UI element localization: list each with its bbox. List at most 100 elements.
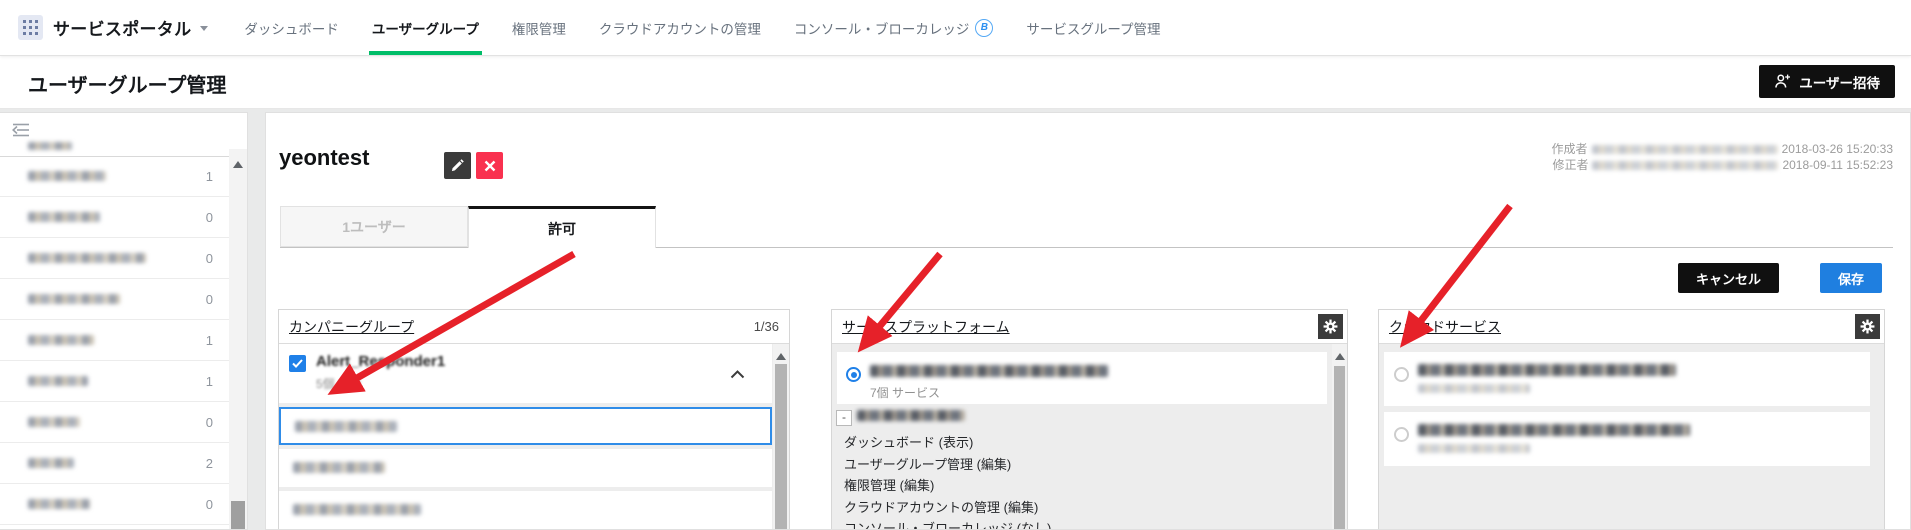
edit-group-button[interactable]: [444, 152, 471, 179]
nav-item-5[interactable]: コンソール・ブローカレッジB: [794, 0, 994, 55]
company-item-selected[interactable]: [279, 407, 772, 445]
group-user-count: 0: [206, 210, 213, 225]
cancel-button[interactable]: キャンセル: [1678, 263, 1779, 293]
group-user-count: 1: [206, 333, 213, 348]
permission-item: コンソール・ブローカレッジ (なし): [844, 518, 1325, 530]
scroll-up-arrow-icon[interactable]: [776, 348, 786, 360]
nav-item-6[interactable]: サービスグループ管理: [1026, 0, 1160, 55]
close-icon: [484, 160, 496, 172]
redacted-cloud-service-name: [1418, 424, 1690, 436]
nav-item-2[interactable]: ユーザーグループ: [372, 0, 479, 55]
company-item[interactable]: [279, 491, 772, 529]
tab-users[interactable]: 1ユーザー: [280, 206, 468, 247]
nav-item-4[interactable]: クラウドアカウントの管理: [599, 0, 761, 55]
modified-line: 修正者2018-09-11 15:52:23: [1552, 157, 1893, 173]
app-title[interactable]: サービスポータル: [53, 15, 191, 40]
company-group-body: Alert_Responder1 5個 会社: [279, 344, 789, 530]
nav-item-label: サービスグループ管理: [1026, 18, 1160, 38]
group-user-count: 0: [206, 415, 213, 430]
service-platform-settings-button[interactable]: [1318, 314, 1343, 339]
sidebar-scrollbar-thumb[interactable]: [231, 501, 245, 529]
cloud-service-row[interactable]: [1384, 352, 1870, 406]
person-plus-icon: [1774, 73, 1791, 90]
group-name: yeontest: [279, 145, 369, 171]
group-user-count: 0: [206, 497, 213, 512]
redacted-group-name: [28, 212, 100, 222]
redacted-tree-node-name: [857, 410, 965, 421]
grid-glyph: [23, 20, 38, 35]
collapse-sidebar-icon[interactable]: [10, 122, 32, 143]
permission-item: ダッシュボード (表示): [844, 432, 1325, 454]
redacted-group-name-partial: [28, 142, 72, 150]
cloud-service-settings-button[interactable]: [1855, 314, 1880, 339]
cloud-service-row[interactable]: [1384, 412, 1870, 466]
service-platform-panel: サービスプラットフォーム: [831, 309, 1348, 530]
service-panel-scrollbar[interactable]: [1332, 344, 1347, 530]
nav-item-label: ダッシュボード: [244, 18, 339, 38]
group-detail-card: yeontest 作成者2018-03-26 15:20:33 修正者2018-…: [265, 112, 1911, 530]
cloud-service-header: クラウドサービス: [1379, 310, 1884, 344]
nav-item-1[interactable]: ダッシュボード: [244, 0, 339, 55]
beta-badge-icon: B: [975, 19, 993, 37]
company-panel-scrollbar-thumb[interactable]: [775, 364, 787, 530]
group-user-count: 1: [206, 374, 213, 389]
nav-item-3[interactable]: 権限管理: [512, 0, 566, 55]
top-nav: サービスポータル ダッシュボード ユーザーグループ 権限管理 クラウドアカウントの管理…: [0, 0, 1911, 56]
company-group-checkbox[interactable]: [289, 355, 306, 372]
chevron-up-icon[interactable]: [730, 366, 745, 384]
sidebar-scrollbar[interactable]: [229, 149, 247, 529]
service-group-selected-row[interactable]: 7個 サービス: [837, 352, 1327, 404]
redacted-cloud-service-subtext: [1418, 384, 1530, 393]
company-group-counter: 1/36: [754, 319, 779, 334]
sidebar-group-row[interactable]: 1: [0, 156, 229, 197]
redacted-group-name: [28, 335, 94, 345]
sidebar-group-row[interactable]: 0: [0, 484, 229, 525]
nav-item-label: 権限管理: [512, 18, 566, 38]
redacted-company-name: [293, 462, 385, 473]
redacted-group-name: [28, 294, 120, 304]
company-panel-scrollbar[interactable]: [773, 344, 789, 530]
sidebar-group-row[interactable]: 1: [0, 361, 229, 402]
service-panel-scrollbar-thumb[interactable]: [1334, 366, 1345, 530]
redacted-service-group-name: [870, 365, 1108, 377]
group-user-count: 0: [206, 292, 213, 307]
sidebar-group-row[interactable]: 0: [0, 197, 229, 238]
redacted-company-name: [295, 421, 397, 432]
sidebar-group-row[interactable]: 0: [0, 238, 229, 279]
cloud-service-radio[interactable]: [1394, 427, 1409, 442]
tab-permissions[interactable]: 許可: [468, 206, 656, 248]
group-list: 1 0 0 0 1 1 0 2 0: [0, 156, 229, 525]
redacted-group-name: [28, 171, 106, 181]
cloud-service-title-link[interactable]: クラウドサービス: [1389, 317, 1501, 337]
page-title: ユーザーグループ管理: [28, 69, 226, 98]
delete-group-button[interactable]: [476, 152, 503, 179]
sidebar-group-row[interactable]: 2: [0, 443, 229, 484]
company-group-panel: カンパニーグループ 1/36 Alert_Responder1 5個 会社: [278, 309, 790, 530]
pencil-icon: [450, 158, 465, 173]
invite-user-button[interactable]: ユーザー招待: [1759, 65, 1895, 98]
company-group-header: カンパニーグループ 1/36: [279, 310, 789, 344]
page-header: ユーザーグループ管理 ユーザー招待: [0, 56, 1911, 109]
sidebar-group-row[interactable]: 1: [0, 320, 229, 361]
group-user-count: 0: [206, 251, 213, 266]
service-platform-title-link[interactable]: サービスプラットフォーム: [842, 317, 1010, 337]
app-switcher-caret-icon[interactable]: [200, 26, 208, 35]
cloud-service-radio[interactable]: [1394, 367, 1409, 382]
company-group-title-link[interactable]: カンパニーグループ: [289, 317, 414, 337]
permission-item: クラウドアカウントの管理 (編集): [844, 497, 1325, 519]
company-group-checked-row[interactable]: Alert_Responder1 5個 会社: [279, 344, 772, 403]
save-button[interactable]: 保存: [1820, 263, 1882, 293]
scroll-up-arrow-icon[interactable]: [233, 156, 243, 168]
tree-collapse-toggle[interactable]: -: [836, 410, 852, 426]
sidebar-group-row[interactable]: 0: [0, 279, 229, 320]
company-item[interactable]: [279, 449, 772, 487]
nav-item-label: クラウドアカウントの管理: [599, 18, 761, 38]
service-group-radio-selected[interactable]: [846, 367, 861, 382]
redacted-group-name: [28, 458, 74, 468]
group-user-count: 1: [206, 169, 213, 184]
sidebar-group-row[interactable]: 0: [0, 402, 229, 443]
service-portal-page: サービスポータル ダッシュボードユーザーグループ権限管理クラウドアカウントの管理…: [0, 0, 1911, 530]
app-grid-icon[interactable]: [18, 15, 43, 40]
redacted-group-name: [28, 417, 80, 427]
scroll-up-arrow-icon[interactable]: [1335, 348, 1345, 360]
